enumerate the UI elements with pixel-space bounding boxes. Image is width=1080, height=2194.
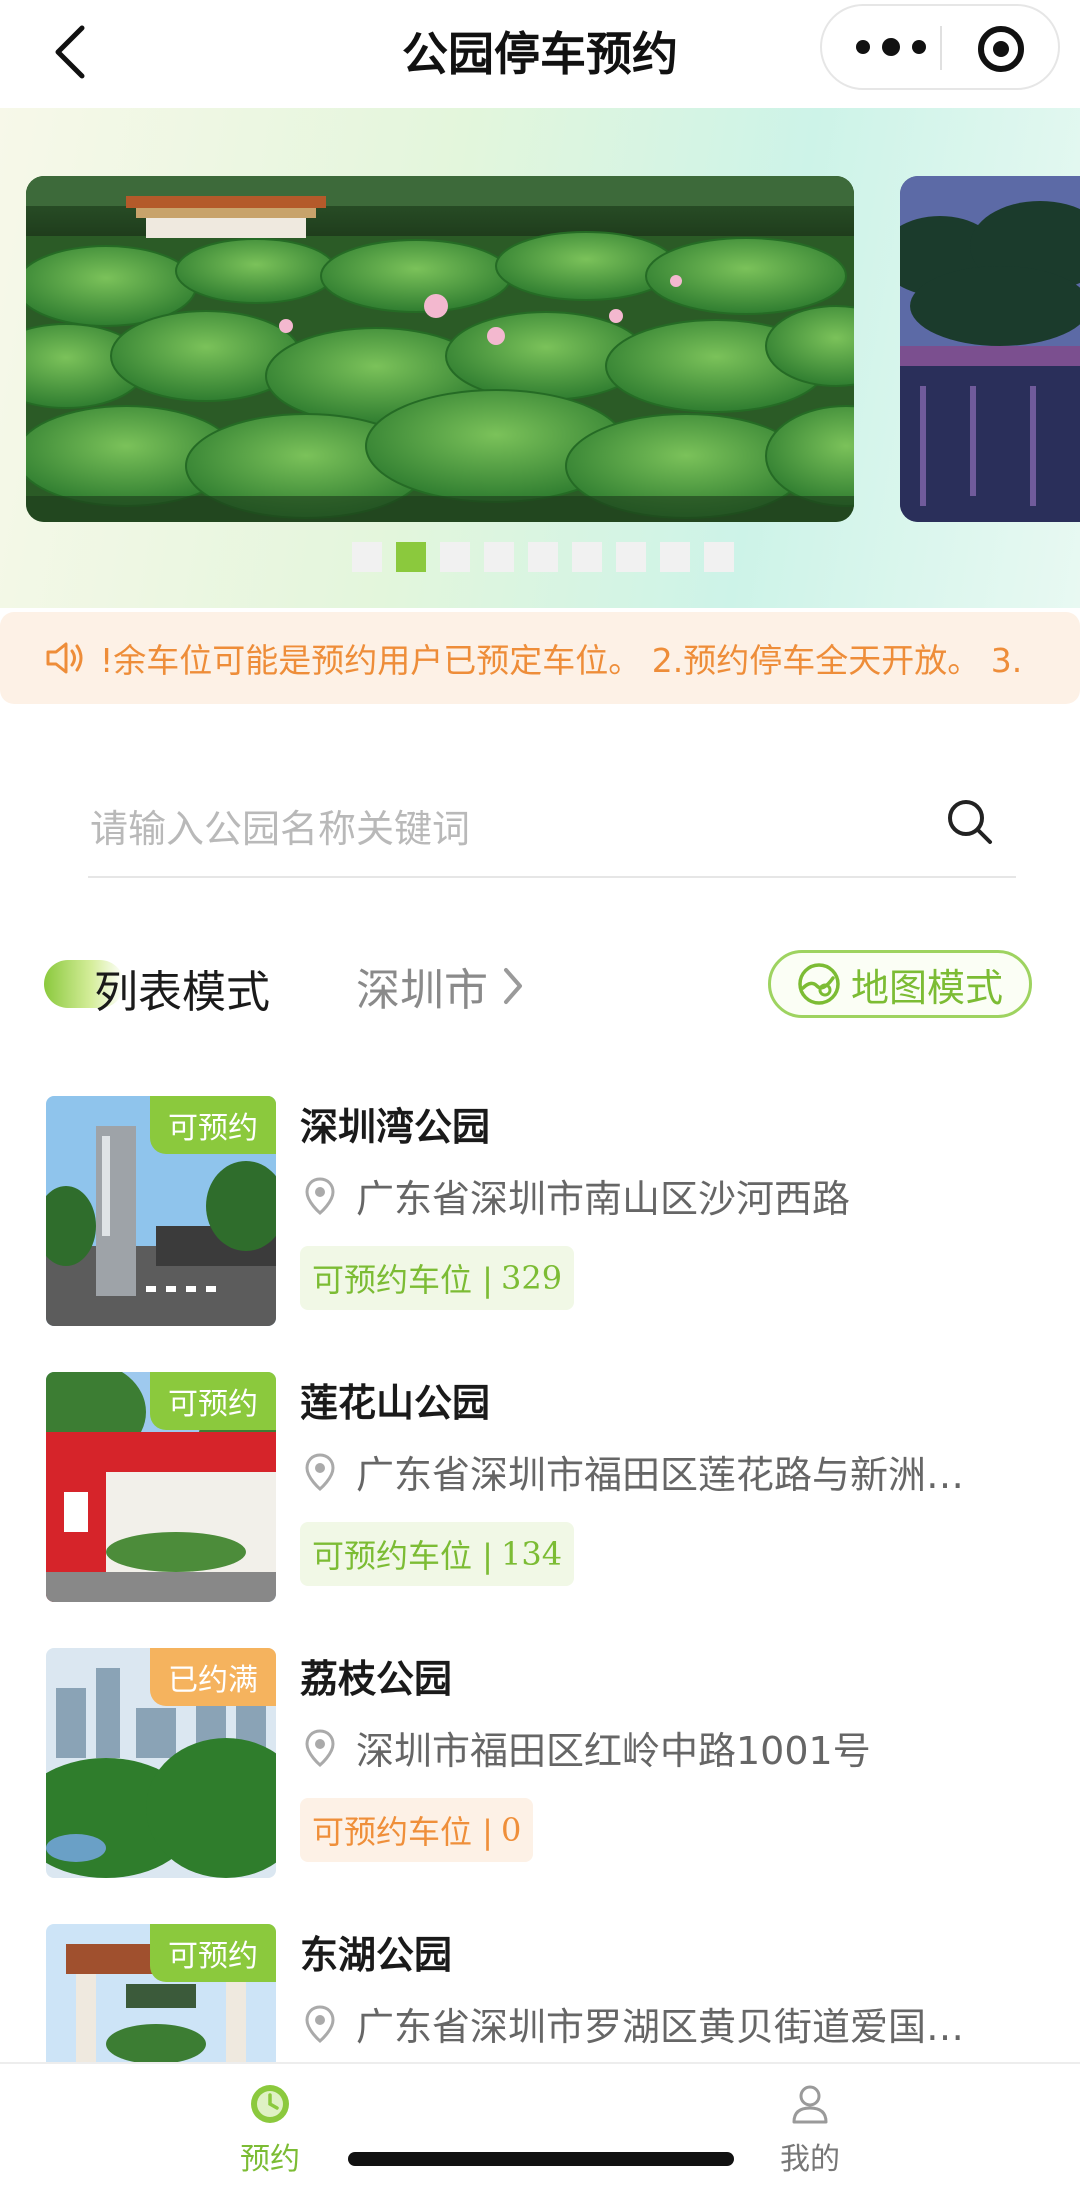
banner-indicator-dot[interactable] — [704, 542, 734, 572]
park-card[interactable]: 可预约 深圳湾公园 广东省深圳市南山区沙河西路 可预约车位 | 329 — [0, 1096, 1080, 1336]
location-pin-icon — [305, 2004, 335, 2043]
banner-slide-palm-night[interactable] — [900, 176, 1080, 522]
tab-mine[interactable]: 我的 — [710, 2082, 910, 2182]
user-icon — [792, 2085, 828, 2124]
capsule-divider — [940, 26, 942, 70]
more-dot-icon — [912, 40, 926, 54]
speaker-icon — [46, 642, 83, 674]
park-address: 广东省深圳市南山区沙河西路 — [300, 1168, 1020, 1223]
bottom-tab-bar: 预约 我的 — [0, 2062, 1080, 2194]
status-badge: 已约满 — [150, 1648, 276, 1706]
status-badge: 可预约 — [150, 1924, 276, 1982]
search-icon[interactable] — [944, 796, 996, 848]
park-thumbnail: 可预约 — [46, 1372, 276, 1602]
park-name: 深圳湾公园 — [300, 1105, 491, 1149]
lotus-pond-image — [26, 176, 854, 522]
slots-label: 可预约车位 | — [312, 1261, 493, 1299]
banner-indicator-dot[interactable] — [572, 542, 602, 572]
park-name: 莲花山公园 — [300, 1381, 491, 1425]
banner-indicator-dot[interactable] — [484, 542, 514, 572]
park-card[interactable]: 已约满 荔枝公园 深圳市福田区红岭中路1001号 可预约车位 | 0 — [0, 1648, 1080, 1888]
target-icon — [993, 41, 1009, 57]
available-slots-tag: 可预约车位 | 0 — [300, 1798, 534, 1862]
tab-reserve-label: 预约 — [240, 2142, 300, 2177]
address-text: 广东省深圳市福田区莲花路与新洲… — [356, 1453, 965, 1497]
more-dot-icon — [856, 40, 870, 54]
city-label: 深圳市 — [356, 965, 488, 1016]
slots-label: 可预约车位 | — [312, 1813, 493, 1851]
park-name: 东湖公园 — [300, 1933, 453, 1977]
search-input[interactable] — [88, 798, 892, 860]
banner-indicator-dot[interactable] — [352, 542, 382, 572]
address-text: 深圳市福田区红岭中路1001号 — [356, 1729, 871, 1773]
palm-night-image — [900, 176, 1080, 522]
mode-row: 列表模式 深圳市 地图模式 — [0, 940, 1080, 1030]
map-mode-label: 地图模式 — [850, 965, 1003, 1010]
close-miniprogram-button[interactable] — [978, 26, 1024, 72]
location-pin-icon — [305, 1452, 335, 1491]
park-thumbnail: 已约满 — [46, 1648, 276, 1878]
miniprogram-capsule — [820, 4, 1060, 90]
banner-indicator-dot[interactable] — [396, 542, 426, 572]
tab-reserve[interactable]: 预约 — [170, 2082, 370, 2182]
park-thumbnail: 可预约 — [46, 1096, 276, 1326]
location-pin-icon — [305, 1176, 335, 1215]
park-address: 广东省深圳市罗湖区黄贝街道爱国… — [300, 1996, 1020, 2051]
location-pin-icon — [305, 1728, 335, 1767]
park-name: 荔枝公园 — [300, 1657, 453, 1701]
more-dot-icon — [882, 38, 900, 56]
banner-indicator-dot[interactable] — [528, 542, 558, 572]
banner-indicator-dot[interactable] — [660, 542, 690, 572]
slots-label: 可预约车位 | — [312, 1537, 493, 1575]
city-selector[interactable]: 深圳市 — [356, 954, 524, 1018]
park-address: 广东省深圳市福田区莲花路与新洲… — [300, 1444, 1020, 1499]
banner-indicators — [352, 542, 734, 572]
list-mode-label: 列表模式 — [94, 967, 270, 1018]
available-slots-tag: 可预约车位 | 329 — [300, 1246, 575, 1310]
banner-indicator-dot[interactable] — [440, 542, 470, 572]
search-bar — [88, 780, 1016, 878]
slots-count: 329 — [500, 1259, 563, 1297]
more-menu-button[interactable] — [856, 32, 926, 62]
map-mode-button[interactable]: 地图模式 — [768, 950, 1032, 1018]
status-badge: 可预约 — [150, 1372, 276, 1430]
clock-icon — [251, 2085, 289, 2123]
notice-text: !余车位可能是预约用户已预定车位。 2.预约停车全天开放。 3. — [100, 641, 1023, 680]
address-text: 广东省深圳市南山区沙河西路 — [356, 1177, 851, 1221]
park-card[interactable]: 可预约 莲花山公园 广东省深圳市福田区莲花路与新洲… 可预约车位 | 134 — [0, 1372, 1080, 1612]
tab-mine-label: 我的 — [780, 2142, 840, 2177]
chevron-right-icon — [504, 968, 522, 1004]
slots-count: 0 — [500, 1811, 522, 1849]
banner-indicator-dot[interactable] — [616, 542, 646, 572]
notice-bar: !余车位可能是预约用户已预定车位。 2.预约停车全天开放。 3. — [0, 612, 1080, 704]
available-slots-tag: 可预约车位 | 134 — [300, 1522, 575, 1586]
status-badge: 可预约 — [150, 1096, 276, 1154]
park-address: 深圳市福田区红岭中路1001号 — [300, 1720, 1020, 1775]
home-indicator — [348, 2152, 734, 2166]
nav-header: 公园停车预约 — [0, 0, 1080, 108]
slots-count: 134 — [500, 1535, 563, 1573]
address-text: 广东省深圳市罗湖区黄贝街道爱国… — [356, 2005, 965, 2049]
map-icon — [798, 963, 840, 1005]
banner-slide-lotus-pond[interactable] — [26, 176, 854, 522]
